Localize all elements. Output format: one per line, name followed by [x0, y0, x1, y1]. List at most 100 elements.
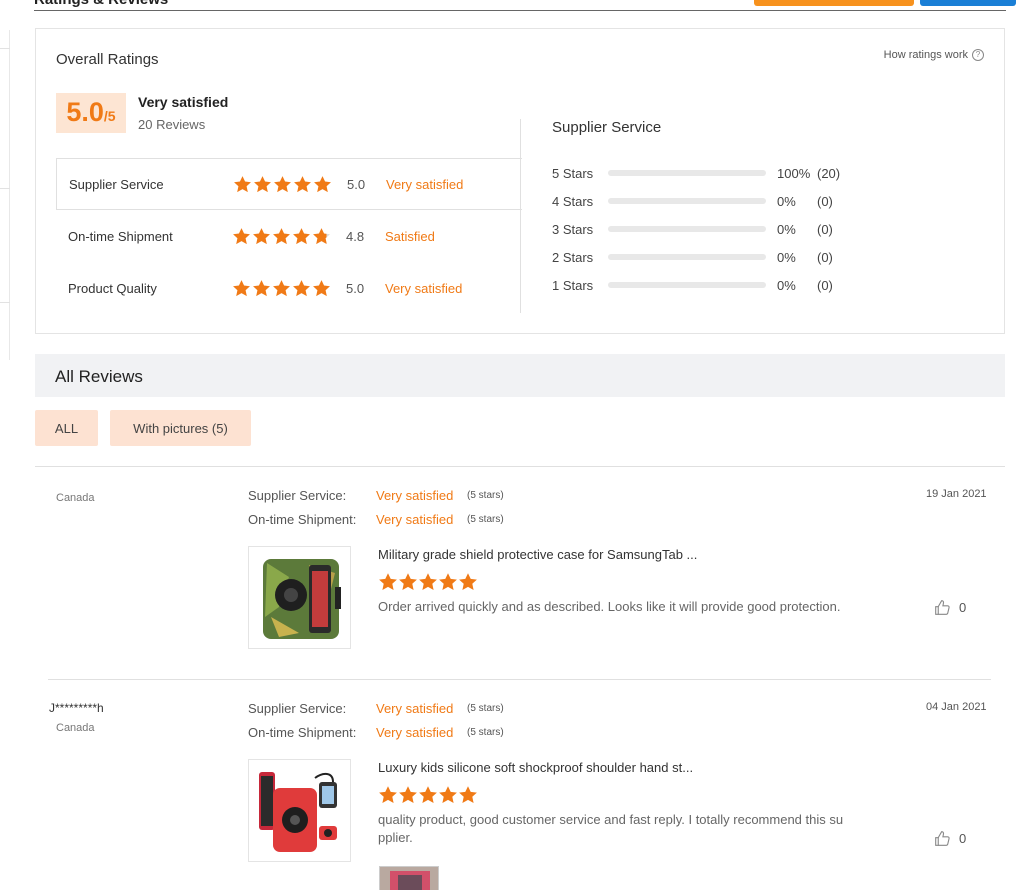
shipment-value: Very satisfied: [376, 512, 454, 527]
metric-satisfaction: Very satisfied: [386, 176, 464, 192]
metric-row-on-time-shipment[interactable]: On-time Shipment 4.8 Satisfied: [56, 210, 522, 262]
distribution-bar: [608, 198, 766, 204]
overall-score-max: /5: [103, 108, 116, 124]
reviewer-country: Canada: [56, 722, 95, 734]
how-ratings-work-link[interactable]: How ratings work ?: [884, 49, 984, 61]
star-icon: [272, 279, 291, 298]
star-icon: [438, 572, 457, 591]
distribution-percent: 0%: [777, 249, 796, 265]
thumbs-up-icon: [934, 599, 951, 616]
like-count: 0: [959, 831, 967, 846]
shipment-stars: (5 stars): [467, 514, 504, 525]
like-button[interactable]: 0: [934, 830, 966, 847]
metric-divider: [520, 119, 521, 313]
shipment-stars: (5 stars): [467, 727, 504, 738]
thumbs-up-icon: [934, 830, 951, 847]
metric-score: 4.8: [346, 228, 365, 244]
review-date: 04 Jan 2021: [926, 701, 987, 713]
product-thumbnail[interactable]: [248, 759, 351, 862]
metric-name: On-time Shipment: [68, 228, 173, 244]
distribution-label: 4 Stars: [552, 193, 594, 209]
review-rating-stars: [378, 572, 477, 591]
star-icon: [418, 572, 437, 591]
chat-now-button[interactable]: [920, 0, 1016, 6]
reviewer-country: Canada: [56, 492, 95, 504]
overall-score: 5.0: [66, 97, 104, 127]
star-icon: [292, 279, 311, 298]
metric-score: 5.0: [346, 280, 365, 296]
distribution-count: (20): [817, 165, 841, 181]
distribution-percent: 0%: [777, 193, 796, 209]
metric-name: Supplier Service: [69, 176, 164, 192]
distribution-row: 3 Stars 0% (0): [552, 219, 857, 239]
star-icon: [378, 572, 397, 591]
distribution-count: (0): [817, 277, 833, 293]
all-reviews-header: All Reviews: [35, 354, 1005, 397]
distribution-count: (0): [817, 221, 833, 237]
shipment-label: On-time Shipment:: [248, 512, 357, 527]
section-header-divider: [34, 10, 1006, 11]
reviews-divider: [35, 466, 1005, 467]
metric-satisfaction: Satisfied: [385, 228, 435, 244]
review-text: Order arrived quickly and as described. …: [378, 599, 841, 614]
review-photo[interactable]: [379, 866, 439, 890]
distribution-row: 1 Stars 0% (0): [552, 275, 857, 295]
how-ratings-work-label: How ratings work: [883, 49, 968, 61]
metric-row-product-quality[interactable]: Product Quality 5.0 Very satisfied: [56, 262, 522, 314]
review-rating-stars: [378, 785, 477, 804]
star-icon: [312, 279, 331, 298]
supplier-service-value: Very satisfied: [376, 488, 454, 503]
filter-all-button[interactable]: ALL: [35, 410, 98, 446]
distribution-row: 2 Stars 0% (0): [552, 247, 857, 267]
star-icon: [458, 785, 477, 804]
product-title-link[interactable]: Military grade shield protective case fo…: [378, 547, 697, 562]
distribution-bar: [608, 170, 766, 176]
star-icon: [273, 175, 292, 194]
distribution-label: 5 Stars: [552, 165, 594, 181]
filter-with-pictures-button[interactable]: With pictures (5): [110, 410, 251, 446]
like-button[interactable]: 0: [934, 599, 966, 616]
metric-stars: [233, 175, 332, 194]
metric-row-supplier-service[interactable]: Supplier Service 5.0 Very satisfied: [56, 158, 522, 210]
star-icon: [398, 572, 417, 591]
review-date: 19 Jan 2021: [926, 488, 987, 500]
star-icon: [232, 227, 251, 246]
overall-ratings-title: Overall Ratings: [56, 51, 159, 68]
review-text: quality product, good customer service a…: [378, 812, 844, 845]
product-thumbnail[interactable]: [248, 546, 351, 649]
kids-case-image: [259, 772, 337, 852]
star-icon: [438, 785, 457, 804]
star-icon: [252, 227, 271, 246]
star-icon: [418, 785, 437, 804]
product-title-link[interactable]: Luxury kids silicone soft shockproof sho…: [378, 760, 693, 775]
review-count: 20 Reviews: [138, 117, 206, 132]
star-icon: [293, 175, 312, 194]
supplier-service-stars: (5 stars): [467, 703, 504, 714]
overall-score-badge: 5.0 /5: [56, 93, 126, 133]
distribution-label: 2 Stars: [552, 249, 594, 265]
reviewer-name: J*********h: [49, 701, 104, 715]
overall-satisfaction-label: Very satisfied: [138, 94, 229, 110]
shipment-value: Very satisfied: [376, 725, 454, 740]
shipment-label: On-time Shipment:: [248, 725, 357, 740]
overall-ratings-panel: Overall Ratings How ratings work ? 5.0 /…: [35, 28, 1005, 334]
star-icon: [272, 227, 291, 246]
star-icon: [292, 227, 311, 246]
distribution-percent: 0%: [777, 277, 796, 293]
star-icon: [398, 785, 417, 804]
like-count: 0: [959, 600, 967, 615]
distribution-title: Supplier Service: [552, 119, 662, 136]
distribution-bar: [608, 254, 766, 260]
metric-stars: [232, 227, 331, 246]
contact-supplier-button[interactable]: [754, 0, 914, 6]
all-reviews-title: All Reviews: [55, 367, 143, 386]
star-icon: [253, 175, 272, 194]
distribution-label: 3 Stars: [552, 221, 594, 237]
left-sidebar-edge: [0, 30, 10, 360]
metric-name: Product Quality: [68, 280, 157, 296]
star-icon: [232, 279, 251, 298]
question-circle-icon: ?: [972, 49, 984, 61]
supplier-service-label: Supplier Service:: [248, 701, 347, 716]
section-title: Ratings & Reviews: [34, 0, 168, 8]
section-header: Ratings & Reviews: [0, 0, 1022, 12]
